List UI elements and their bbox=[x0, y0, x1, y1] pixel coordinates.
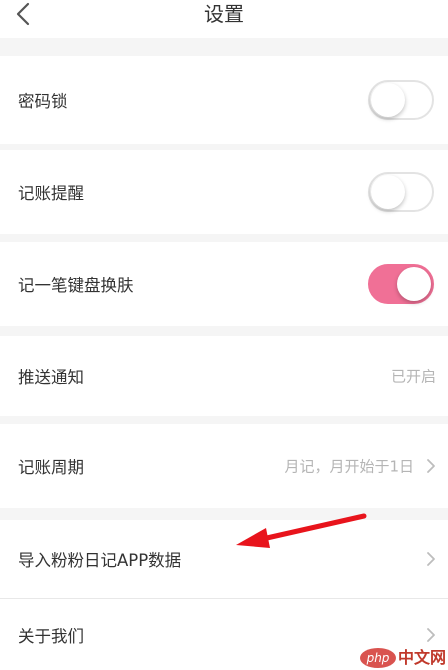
push-notification-status: 已开启 bbox=[390, 367, 436, 386]
toggle-knob bbox=[371, 83, 405, 117]
bookkeeping-cycle-value: 月记，月开始于1日 bbox=[284, 457, 414, 476]
setting-label: 记一笔键盘换肤 bbox=[18, 276, 134, 295]
setting-label: 推送通知 bbox=[18, 368, 84, 387]
setting-row-import-data[interactable]: 导入粉粉日记APP数据 bbox=[0, 520, 448, 598]
password-lock-toggle[interactable] bbox=[368, 80, 434, 120]
setting-row-password-lock[interactable]: 密码锁 bbox=[0, 56, 448, 144]
setting-label: 记账提醒 bbox=[18, 184, 84, 203]
bookkeeping-reminder-toggle[interactable] bbox=[368, 172, 434, 212]
setting-row-bookkeeping-cycle[interactable]: 记账周期 月记，月开始于1日 bbox=[0, 424, 448, 508]
nav-bar: 设置 bbox=[0, 0, 448, 38]
setting-label: 导入粉粉日记APP数据 bbox=[18, 551, 182, 570]
setting-label: 密码锁 bbox=[18, 92, 68, 111]
watermark-logo: php 中文网 bbox=[360, 648, 448, 670]
setting-label: 记账周期 bbox=[18, 458, 84, 477]
chevron-right-icon bbox=[426, 551, 436, 567]
chevron-right-icon bbox=[426, 458, 436, 474]
toggle-knob bbox=[371, 175, 405, 209]
watermark-text: 中文网 bbox=[398, 648, 447, 667]
chevron-right-icon bbox=[426, 627, 436, 643]
watermark-badge: php bbox=[360, 648, 396, 668]
setting-row-push-notification[interactable]: 推送通知 已开启 bbox=[0, 336, 448, 416]
keyboard-skin-toggle[interactable] bbox=[368, 264, 434, 304]
setting-label: 关于我们 bbox=[18, 626, 84, 646]
settings-screen: 设置 密码锁 记账提醒 记一笔键盘换肤 推送通知 已开启 记账周期 月记，月开始… bbox=[0, 0, 448, 670]
setting-row-bookkeeping-reminder[interactable]: 记账提醒 bbox=[0, 150, 448, 234]
page-title: 设置 bbox=[204, 2, 244, 26]
setting-row-keyboard-skin[interactable]: 记一笔键盘换肤 bbox=[0, 242, 448, 326]
toggle-knob bbox=[397, 267, 431, 301]
